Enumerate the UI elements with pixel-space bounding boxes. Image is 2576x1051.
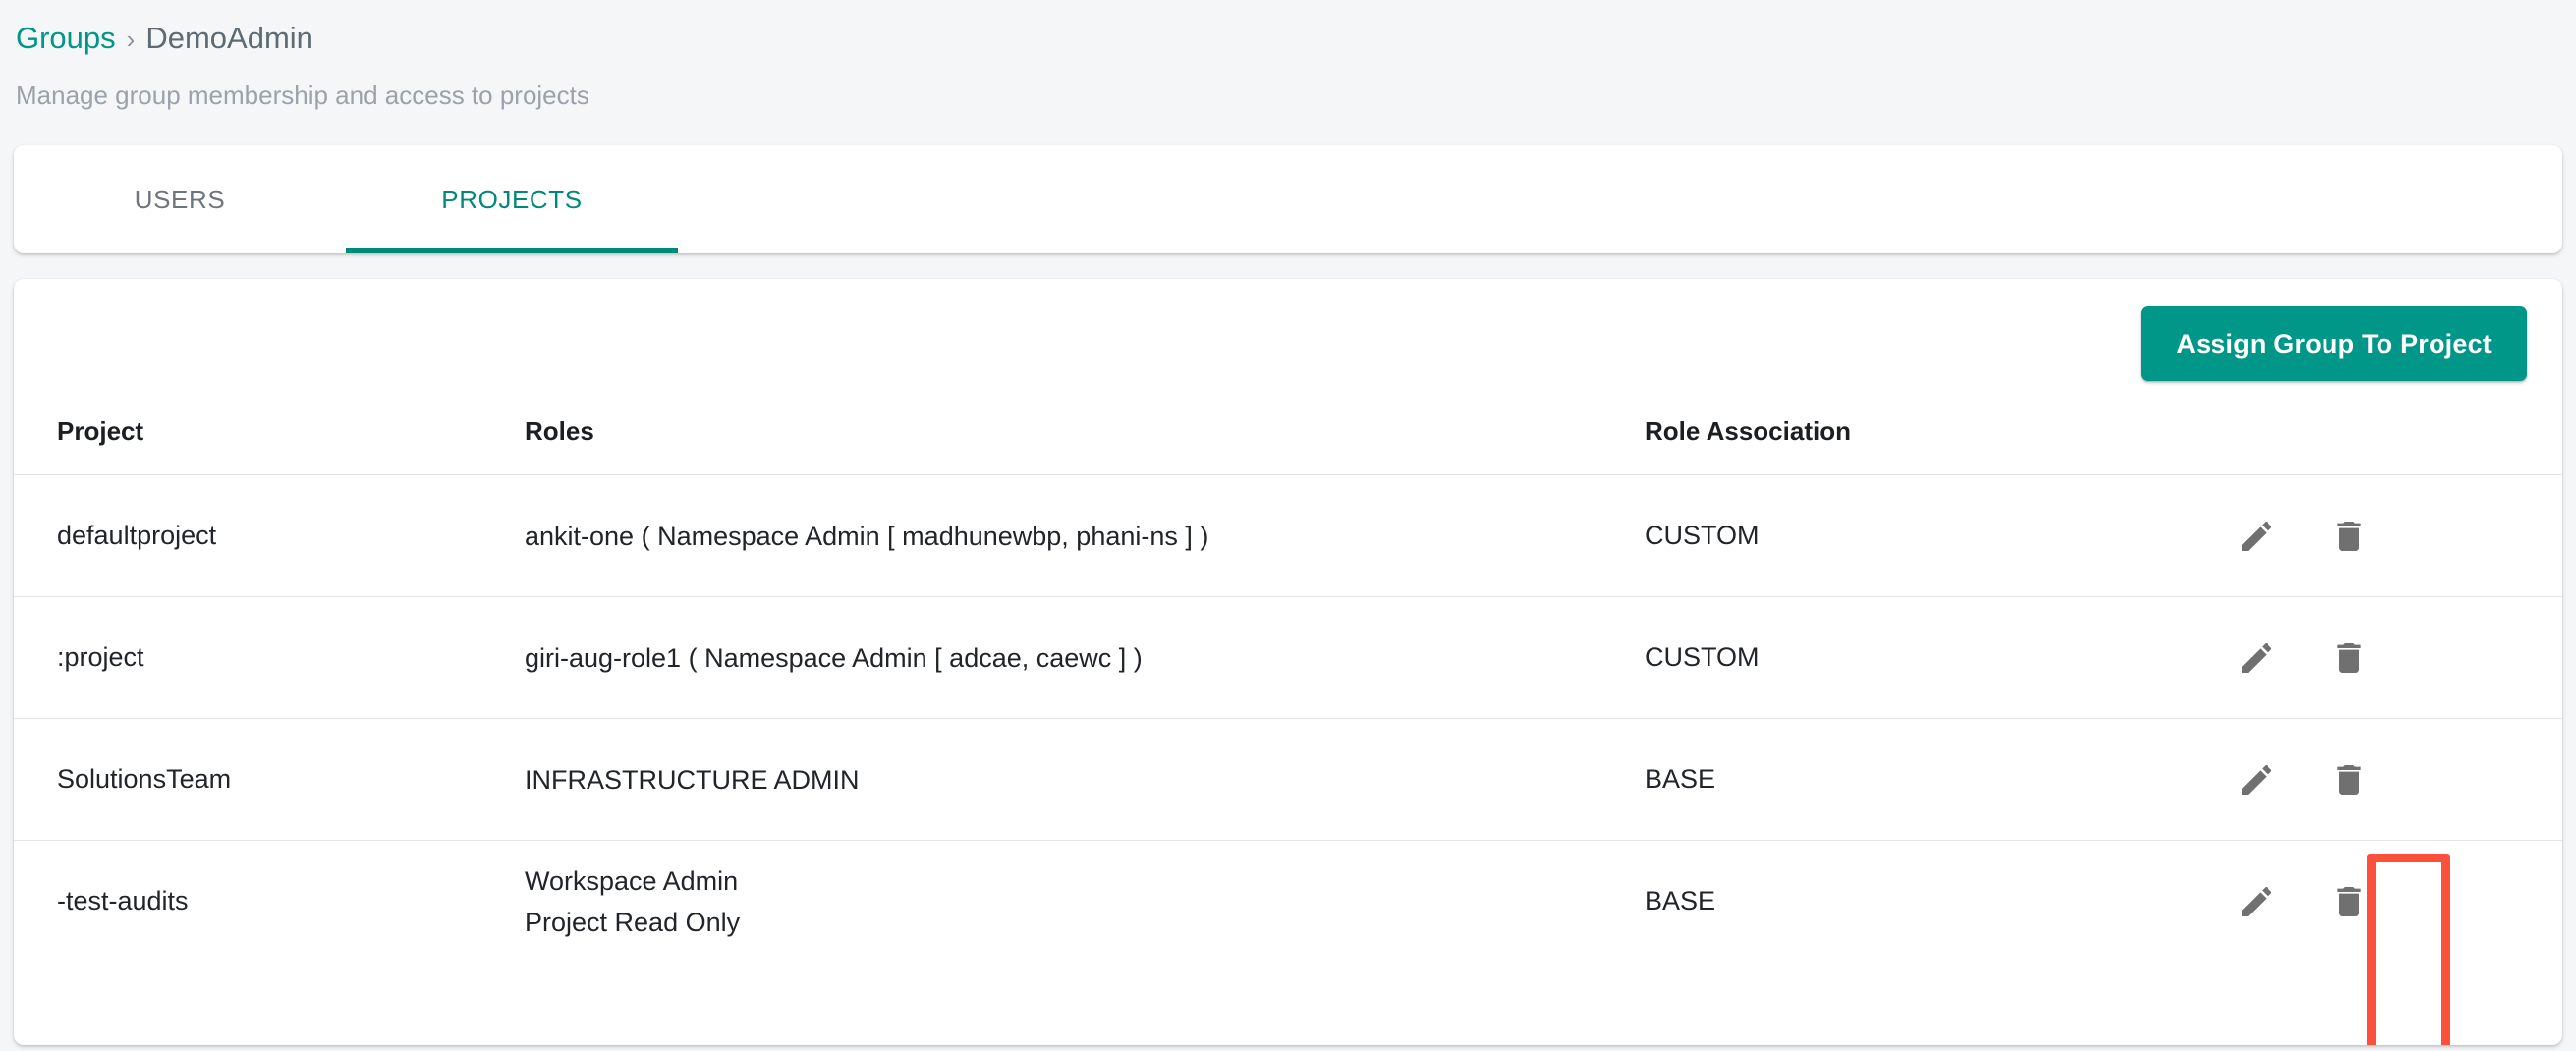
- cell-roles: ankit-one ( Namespace Admin [ madhunewbp…: [525, 474, 1645, 597]
- table-body: defaultproject ankit-one ( Namespace Admi…: [14, 474, 2562, 963]
- projects-table: Project Roles Role Association defaultpr…: [14, 399, 2562, 963]
- cell-roles: INFRASTRUCTURE ADMIN: [525, 718, 1645, 841]
- delete-row-button[interactable]: [2317, 747, 2381, 812]
- pencil-icon: [2237, 760, 2276, 800]
- edit-row-button[interactable]: [2224, 747, 2289, 812]
- cell-role-association: BASE: [1645, 718, 2224, 841]
- breadcrumb-current-demoadmin: DemoAdmin: [145, 21, 313, 55]
- cell-role-association: CUSTOM: [1645, 474, 2224, 597]
- column-header-role-association: Role Association: [1645, 416, 1851, 446]
- table-header: Project Roles Role Association: [14, 399, 2562, 475]
- trash-icon: [2329, 638, 2369, 678]
- cell-project: :project: [14, 596, 525, 719]
- tab-users[interactable]: USERS: [14, 145, 346, 253]
- table-row: :project giri-aug-role1 ( Namespace Admin…: [14, 596, 2562, 719]
- cell-role-association: BASE: [1645, 840, 2224, 963]
- column-header-project: Project: [57, 416, 144, 446]
- cell-project: -test-audits: [14, 840, 525, 963]
- role-entry: ankit-one ( Namespace Admin [ madhunewbp…: [525, 521, 1209, 551]
- cell-role-association: CUSTOM: [1645, 596, 2224, 719]
- breadcrumb-link-groups[interactable]: Groups: [16, 19, 116, 58]
- trash-icon: [2329, 760, 2369, 800]
- cell-roles: Workspace Admin Project Read Only: [525, 840, 1645, 963]
- delete-row-button[interactable]: [2317, 626, 2381, 691]
- assign-group-to-project-button[interactable]: Assign Group To Project: [2141, 306, 2527, 381]
- role-entry: Project Read Only: [525, 907, 741, 937]
- trash-icon: [2329, 882, 2369, 921]
- cell-actions: [2224, 596, 2562, 719]
- table-toolbar: Assign Group To Project: [14, 279, 2562, 381]
- delete-row-button[interactable]: [2317, 504, 2381, 569]
- cell-actions: [2224, 840, 2562, 963]
- table-row: SolutionsTeam INFRASTRUCTURE ADMIN BASE: [14, 718, 2562, 841]
- page-root: Groups › DemoAdmin Manage group membersh…: [0, 0, 2576, 1045]
- cell-actions: [2224, 474, 2562, 597]
- pencil-icon: [2237, 638, 2276, 678]
- tab-projects[interactable]: PROJECTS: [346, 145, 678, 253]
- pencil-icon: [2237, 882, 2276, 921]
- page-header: Groups › DemoAdmin Manage group membersh…: [0, 0, 2576, 145]
- role-entry: giri-aug-role1 ( Namespace Admin [ adcae…: [525, 642, 1143, 673]
- cell-actions: [2224, 718, 2562, 841]
- edit-row-button[interactable]: [2224, 869, 2289, 934]
- projects-table-card: Assign Group To Project Project Roles Ro…: [14, 279, 2562, 1045]
- cell-project: defaultproject: [14, 474, 525, 597]
- table-header-row: Project Roles Role Association: [14, 399, 2562, 475]
- table-row: defaultproject ankit-one ( Namespace Admi…: [14, 474, 2562, 597]
- delete-row-button[interactable]: [2317, 869, 2381, 934]
- pencil-icon: [2237, 517, 2276, 556]
- role-entry: INFRASTRUCTURE ADMIN: [525, 764, 860, 795]
- edit-row-button[interactable]: [2224, 504, 2289, 569]
- table-row: -test-audits Workspace Admin Project Read …: [14, 840, 2562, 963]
- role-entry: Workspace Admin: [525, 865, 739, 896]
- column-header-roles: Roles: [525, 416, 594, 446]
- breadcrumb: Groups › DemoAdmin: [16, 18, 2560, 59]
- page-subtitle: Manage group membership and access to pr…: [16, 81, 589, 110]
- cell-roles: giri-aug-role1 ( Namespace Admin [ adcae…: [525, 596, 1645, 719]
- cell-project: SolutionsTeam: [14, 718, 525, 841]
- trash-icon: [2329, 517, 2369, 556]
- column-header-actions: [2224, 399, 2562, 475]
- breadcrumb-separator-icon: ›: [126, 25, 136, 54]
- tabs-card: USERS PROJECTS: [14, 145, 2562, 253]
- edit-row-button[interactable]: [2224, 626, 2289, 691]
